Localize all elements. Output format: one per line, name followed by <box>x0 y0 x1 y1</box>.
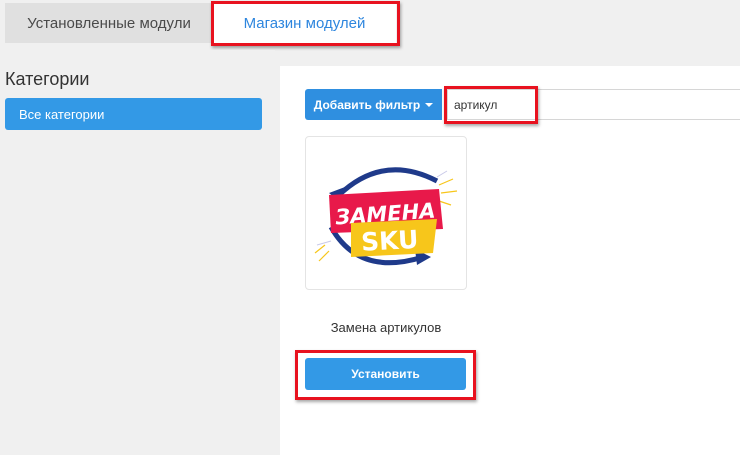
sidebar-item-all-categories[interactable]: Все категории <box>5 98 262 130</box>
tab-module-store[interactable]: Магазин модулей <box>213 3 396 43</box>
tab-installed-modules[interactable]: Установленные модули <box>5 3 213 43</box>
module-name: Замена артикулов <box>330 320 442 335</box>
caret-down-icon <box>425 103 434 107</box>
module-card[interactable]: ЗАМЕНА SKU <box>305 136 467 290</box>
logo-text-sku: SKU <box>360 225 419 257</box>
tab-bar: Установленные модули Магазин модулей <box>0 0 740 50</box>
install-button[interactable]: Установить <box>305 358 466 390</box>
add-filter-button[interactable]: Добавить фильтр <box>305 89 442 120</box>
add-filter-label: Добавить фильтр <box>313 97 421 112</box>
zamena-sku-logo: ЗАМЕНА SKU <box>314 167 458 266</box>
search-input[interactable] <box>447 89 740 120</box>
main-panel: Добавить фильтр ЗАМЕНА <box>280 66 740 455</box>
sidebar: Категории Все категории <box>0 50 275 455</box>
categories-title: Категории <box>5 69 90 89</box>
